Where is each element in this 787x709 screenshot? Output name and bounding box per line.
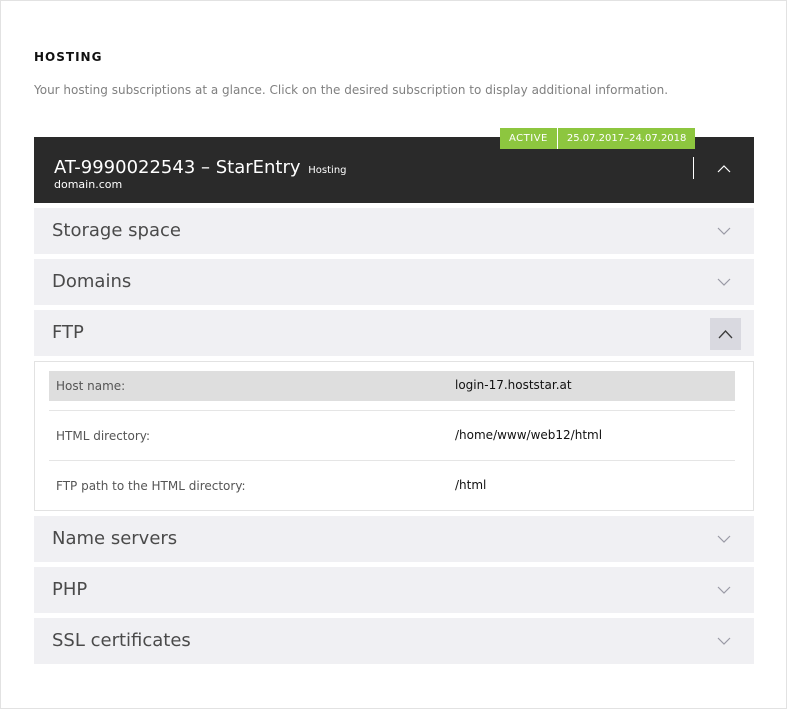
chevron-down-icon <box>717 586 731 594</box>
ftp-details: Host name: login-17.hoststar.at HTML dir… <box>34 361 754 511</box>
page-intro: Your hosting subscriptions at a glance. … <box>34 83 669 97</box>
ftp-key: FTP path to the HTML directory: <box>56 479 246 493</box>
section-label: Domains <box>52 271 132 292</box>
hosting-panel: HOSTING Your hosting subscriptions at a … <box>0 0 787 709</box>
ftp-value: /html <box>455 478 487 492</box>
chevron-down-icon <box>717 227 731 235</box>
ftp-key: Host name: <box>56 379 126 393</box>
page-heading: HOSTING <box>34 50 103 64</box>
section-ftp[interactable]: FTP <box>34 310 754 356</box>
ftp-value: login-17.hoststar.at <box>455 378 572 392</box>
section-label: Storage space <box>52 220 181 241</box>
chevron-up-icon <box>717 165 731 173</box>
ftp-row-ftp-path: FTP path to the HTML directory: /html <box>49 460 735 510</box>
section-domains[interactable]: Domains <box>34 259 754 305</box>
section-label: Name servers <box>52 528 178 549</box>
ftp-row-host-name: Host name: login-17.hoststar.at <box>49 371 735 401</box>
subscription-type: Hosting <box>308 165 347 176</box>
section-storage-space[interactable]: Storage space <box>34 208 754 254</box>
ftp-value: /home/www/web12/html <box>455 428 603 442</box>
subscription-period-badge: 25.07.2017–24.07.2018 <box>556 128 696 149</box>
subscription-title: AT-9990022543 – StarEntry Hosting <box>54 157 347 178</box>
subscription-header[interactable]: ACTIVE 25.07.2017–24.07.2018 AT-99900225… <box>34 128 754 203</box>
status-badge: ACTIVE <box>500 128 557 149</box>
section-label: SSL certificates <box>52 630 191 651</box>
section-name-servers[interactable]: Name servers <box>34 516 754 562</box>
subscription-id-title: AT-9990022543 – StarEntry <box>54 157 301 178</box>
ftp-row-html-directory: HTML directory: /home/www/web12/html <box>49 410 735 460</box>
status-badges: ACTIVE 25.07.2017–24.07.2018 <box>500 128 696 149</box>
section-ssl-certificates[interactable]: SSL certificates <box>34 618 754 664</box>
header-divider <box>693 157 694 179</box>
section-label: PHP <box>52 579 88 600</box>
ftp-key: HTML directory: <box>56 429 151 443</box>
chevron-down-icon <box>717 278 731 286</box>
ftp-collapse-button[interactable] <box>710 318 741 350</box>
section-label: FTP <box>52 322 84 343</box>
chevron-down-icon <box>717 637 731 645</box>
subscription-domain: domain.com <box>54 178 123 191</box>
section-php[interactable]: PHP <box>34 567 754 613</box>
chevron-down-icon <box>717 535 731 543</box>
subscription-collapse-button[interactable] <box>710 158 738 180</box>
chevron-up-icon <box>718 330 733 339</box>
